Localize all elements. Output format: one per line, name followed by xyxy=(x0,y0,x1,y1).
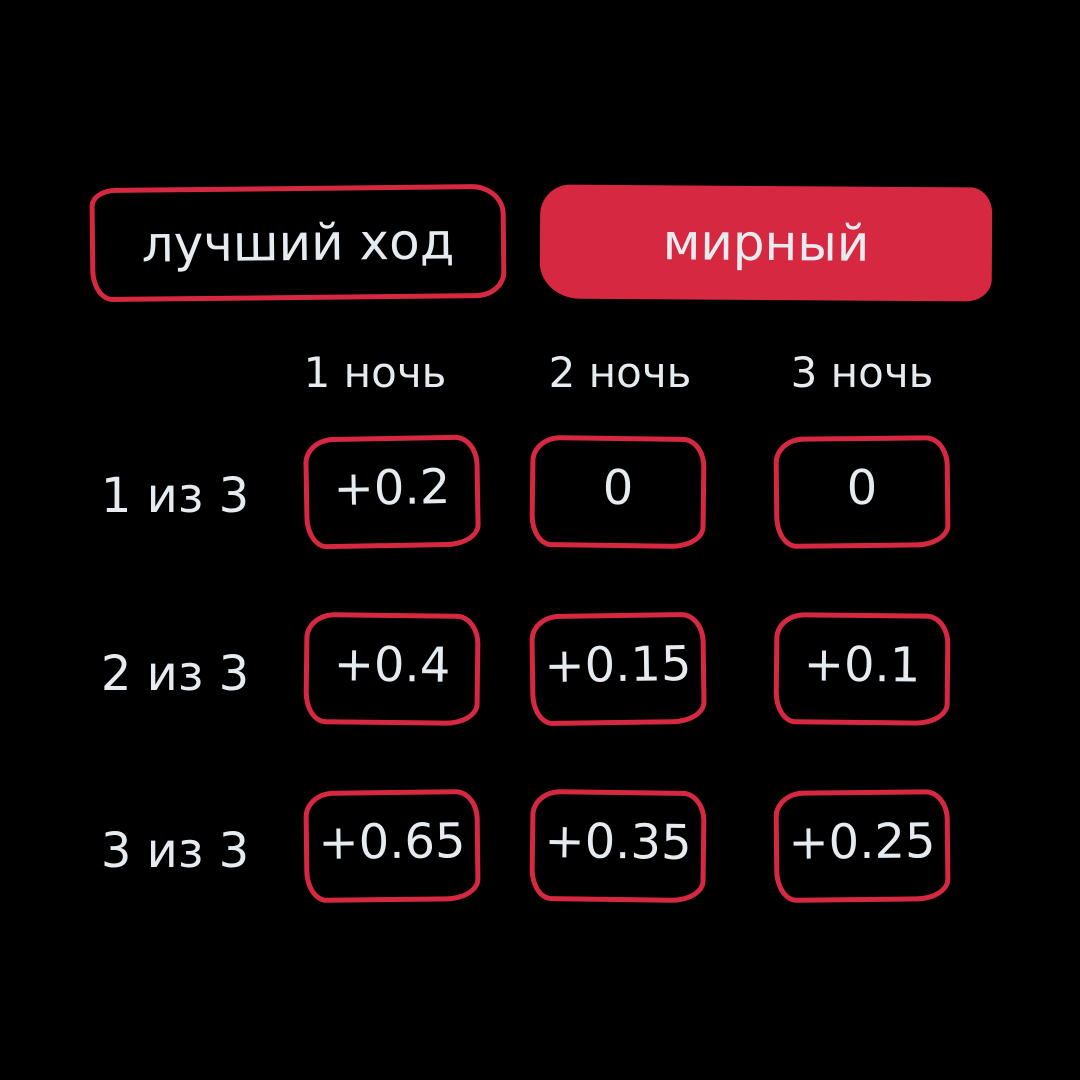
tab-civilian[interactable]: мирный xyxy=(539,184,993,302)
column-header-night-2: 2 ночь xyxy=(548,348,692,397)
column-header-night-3: 3 ночь xyxy=(790,348,934,397)
column-header-night-1: 1 ночь xyxy=(303,348,447,397)
table-cell: +0.1 xyxy=(773,612,951,726)
tab-label: лучший ход xyxy=(141,212,455,274)
table-cell: +0.25 xyxy=(773,789,951,903)
table-cell: 0 xyxy=(529,434,707,550)
tab-label: мирный xyxy=(662,213,870,273)
table-cell: +0.4 xyxy=(303,611,481,727)
table-cell: +0.2 xyxy=(303,434,481,550)
table-cell: +0.15 xyxy=(529,611,707,727)
tab-best-move[interactable]: лучший ход xyxy=(89,183,507,303)
row-header-2: 2 из 3 xyxy=(100,646,250,702)
table-cell: 0 xyxy=(773,435,951,549)
table-cell: +0.65 xyxy=(303,788,481,904)
table-cell: +0.35 xyxy=(529,788,707,904)
row-header-3: 3 из 3 xyxy=(100,823,250,879)
row-header-1: 1 из 3 xyxy=(100,468,250,524)
